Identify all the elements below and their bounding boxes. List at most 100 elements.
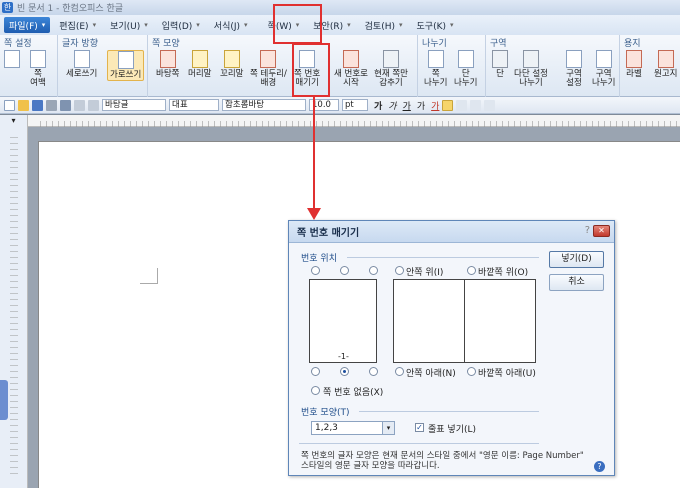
radio-left-bottom[interactable] — [311, 367, 320, 376]
font-select[interactable]: 함초롬바탕 — [222, 99, 306, 111]
section-break-button[interactable]: 구역 나누기 — [592, 50, 615, 88]
horizontal-writing-button[interactable]: 가로쓰기 — [107, 50, 145, 81]
font-color-button[interactable]: 가 — [431, 99, 439, 112]
align-left-icon[interactable] — [456, 99, 468, 111]
no-number-label: 쪽 번호 없음(X) — [323, 388, 384, 398]
hwp-app-icon: 한 — [2, 2, 13, 13]
underline-button[interactable]: 가 — [403, 99, 411, 112]
vertical-ruler[interactable] — [0, 127, 28, 488]
radio-no-number[interactable] — [311, 386, 320, 395]
help-icon[interactable]: ? — [585, 225, 590, 236]
divider — [359, 411, 539, 412]
info-icon[interactable]: ? — [594, 461, 605, 472]
multi-column-icon — [522, 50, 539, 68]
ruler-ticks — [40, 121, 680, 127]
multi-column-button[interactable]: 다단 설정 나누기 — [514, 50, 548, 88]
section-break-icon — [595, 50, 612, 68]
radio-inner-bottom[interactable] — [395, 367, 404, 376]
preview-page-number: -1- — [338, 352, 349, 361]
master-page-button[interactable]: 바탕쪽 — [156, 50, 179, 79]
menu-bar: 파일(F) ▾ 편집(E) ▾ 보기(U) ▾ 입력(D) ▾ 서식(J) ▾ 쪽(W) ▾… — [0, 15, 680, 35]
chevron-down-icon[interactable]: ▾ — [382, 422, 394, 434]
radio-center-top[interactable] — [340, 266, 349, 275]
formatting-toolbar: 바탕글 대표 함초롬바탕 10.0 pt 가 가 가 가 가 — [0, 97, 680, 114]
close-icon[interactable]: ✕ — [593, 225, 610, 237]
highlight-page-menu — [273, 4, 322, 44]
section-settings-button[interactable]: 구역 설정 — [566, 50, 582, 88]
preview-single-page: -1- — [309, 279, 377, 363]
insert-button[interactable]: 넣기(D) — [549, 251, 604, 268]
menu-tools[interactable]: 도구(K) ▾ — [412, 17, 459, 33]
new-number-icon — [342, 50, 359, 68]
new-document-icon[interactable] — [4, 99, 15, 111]
language-select[interactable]: 대표 — [169, 99, 219, 111]
italic-button[interactable]: 가 — [388, 99, 396, 112]
radio-left-top[interactable] — [311, 266, 320, 275]
label-button[interactable]: 라벨 — [626, 50, 642, 79]
number-shape-select[interactable]: 1,2,3 ▾ — [311, 421, 395, 435]
side-panel-tab[interactable] — [0, 380, 8, 420]
position-section-label: 번호 위치 — [301, 254, 337, 264]
page-break-button[interactable]: 쪽 나누기 — [424, 50, 447, 88]
column-break-button[interactable]: 단 나누기 — [454, 50, 477, 88]
menu-review[interactable]: 검토(H) ▾ — [360, 17, 408, 33]
section-settings-icon — [566, 50, 582, 68]
ruler-corner[interactable]: ▾ — [0, 115, 28, 127]
unit-select[interactable]: pt — [342, 99, 368, 111]
show-bar-checkbox[interactable]: ✓ — [415, 423, 424, 432]
style-select[interactable]: 바탕글 — [102, 99, 166, 111]
menu-file[interactable]: 파일(F) ▾ — [4, 17, 51, 33]
divider — [299, 443, 539, 444]
master-page-icon — [159, 50, 176, 68]
page-numbering-dialog: 쪽 번호 매기기 ? ✕ 번호 위치 안쪽 위(I) 바깥쪽 위(O) -1- … — [288, 220, 615, 476]
radio-center-bottom[interactable] — [340, 367, 349, 376]
save-icon[interactable] — [32, 99, 43, 111]
print-icon[interactable] — [46, 99, 57, 111]
page-break-icon — [427, 50, 444, 68]
footer-button[interactable]: 꼬리말 — [220, 50, 243, 79]
page-border-button[interactable]: 쪽 테두리/ 배경 — [250, 50, 287, 88]
ribbon: 쪽 설정 쪽 여백 글자 방향 세로쓰기 가로쓰기 쪽 모양 바탕쪽 머리말 꼬… — [0, 35, 680, 97]
page-margin-button[interactable]: 쪽 여백 — [30, 50, 46, 88]
align-right-icon[interactable] — [484, 99, 496, 111]
dialog-title: 쪽 번호 매기기 — [297, 228, 360, 239]
bold-button[interactable]: 가 — [374, 99, 382, 112]
hide-page-button[interactable]: 현재 쪽만 감추기 — [374, 50, 408, 88]
horizontal-ruler[interactable] — [28, 115, 680, 127]
group-break: 나누기 쪽 나누기 단 나누기 — [418, 35, 486, 97]
open-folder-icon[interactable] — [18, 99, 29, 111]
preview-left-page — [393, 279, 465, 363]
margin-button[interactable] — [4, 50, 20, 70]
shape-section-label: 번호 모양(T) — [301, 408, 350, 418]
font-style-button[interactable]: 가 — [417, 99, 425, 112]
undo-icon[interactable] — [74, 99, 85, 111]
column-break-icon — [457, 50, 474, 68]
preview-right-page — [464, 279, 536, 363]
header-button[interactable]: 머리말 — [188, 50, 211, 79]
page-icon — [30, 50, 46, 68]
radio-right-top[interactable] — [369, 266, 378, 275]
radio-inner-top[interactable] — [395, 266, 404, 275]
number-shape-value: 1,2,3 — [315, 423, 338, 433]
manuscript-button[interactable]: 원고지 — [654, 50, 677, 79]
radio-outer-bottom[interactable] — [467, 367, 476, 376]
redo-icon[interactable] — [88, 99, 99, 111]
menu-view[interactable]: 보기(U) ▾ — [105, 17, 153, 33]
vertical-text-icon — [73, 50, 90, 68]
margin-corner-mark — [140, 268, 158, 284]
menu-insert[interactable]: 입력(D) ▾ — [157, 17, 205, 33]
divider — [347, 257, 539, 258]
vertical-writing-button[interactable]: 세로쓰기 — [66, 50, 97, 79]
align-justify-icon[interactable] — [442, 99, 454, 111]
menu-edit[interactable]: 편집(E) ▾ — [54, 17, 101, 33]
horizontal-text-icon — [117, 51, 134, 69]
page-margin-icon — [4, 50, 20, 68]
cancel-button[interactable]: 취소 — [549, 274, 604, 291]
column-button[interactable]: 단 — [492, 50, 508, 79]
align-center-icon[interactable] — [470, 99, 482, 111]
preview-icon[interactable] — [60, 99, 71, 111]
radio-outer-top[interactable] — [467, 266, 476, 275]
radio-right-bottom[interactable] — [369, 367, 378, 376]
menu-format[interactable]: 서식(J) ▾ — [209, 17, 253, 33]
new-number-button[interactable]: 새 번호로 시작 — [334, 50, 368, 88]
